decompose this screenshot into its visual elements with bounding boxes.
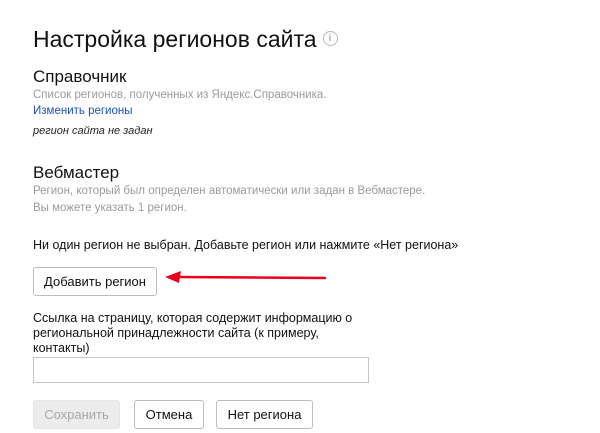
- webmaster-heading: Вебмастер: [33, 163, 120, 182]
- page-title: Настройка регионов сайта i: [33, 24, 338, 54]
- info-icon[interactable]: i: [322, 31, 338, 47]
- cancel-button[interactable]: Отмена: [134, 400, 204, 429]
- url-input[interactable]: [33, 357, 369, 383]
- url-field-label-line2: региональной принадлежности сайта (к при…: [33, 326, 319, 340]
- directory-description: Список регионов, полученных из Яндекс.Сп…: [33, 89, 327, 101]
- directory-status: регион сайта не задан: [33, 125, 153, 137]
- directory-heading: Справочник: [33, 67, 127, 86]
- page-title-text: Настройка регионов сайта: [33, 26, 317, 52]
- annotation-arrow: [165, 271, 327, 283]
- url-field-label-line3: контакты): [33, 341, 90, 355]
- url-field-label-line1: Ссылка на страницу, которая содержит инф…: [33, 311, 353, 325]
- edit-regions-link[interactable]: Изменить регионы: [33, 104, 133, 119]
- webmaster-description-line1: Регион, который был определен автоматиче…: [33, 185, 426, 197]
- webmaster-description-line2: Вы можете указать 1 регион.: [33, 202, 187, 214]
- no-region-notice: Ни один регион не выбран. Добавьте регио…: [33, 238, 459, 252]
- add-region-button[interactable]: Добавить регион: [33, 267, 157, 296]
- save-button[interactable]: Сохранить: [33, 400, 120, 429]
- no-region-button[interactable]: Нет региона: [216, 400, 313, 429]
